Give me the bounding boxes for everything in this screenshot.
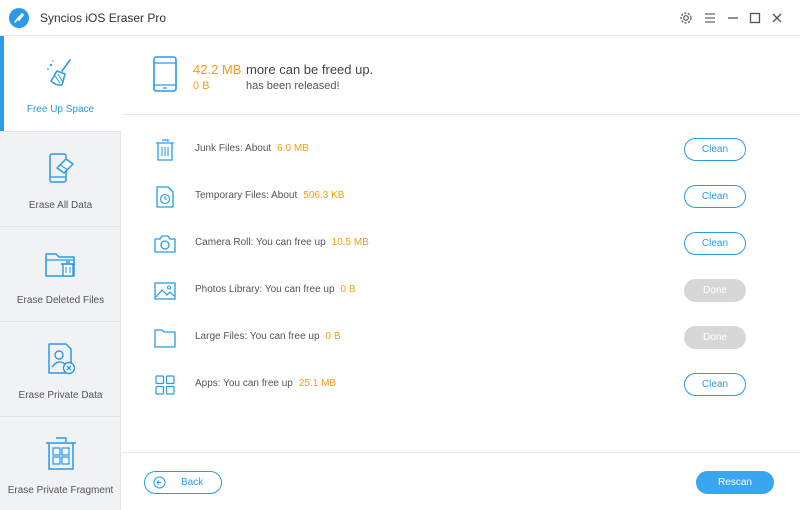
list-item-photos-library: Photos Library: You can free up 0 B Done bbox=[122, 267, 800, 314]
space-summary: 42.2 MB more can be freed up. 0 B has be… bbox=[122, 37, 800, 115]
sidebar-item-erase-private-data[interactable]: Erase Private Data bbox=[0, 322, 121, 417]
photo-icon bbox=[153, 279, 177, 303]
row-label: Large Files: You can free up 0 B bbox=[195, 331, 341, 342]
settings-icon[interactable] bbox=[678, 10, 694, 26]
minimize-icon[interactable] bbox=[725, 10, 741, 26]
done-button[interactable]: Done bbox=[684, 326, 746, 349]
row-value: 6.0 MB bbox=[277, 143, 309, 154]
sidebar-item-erase-deleted-files[interactable]: Erase Deleted Files bbox=[0, 227, 121, 322]
trash-icon bbox=[153, 138, 177, 162]
back-arrow-icon bbox=[153, 476, 166, 489]
list-item-large-files: Large Files: You can free up 0 B Done bbox=[122, 314, 800, 361]
sidebar-item-label: Erase Private Data bbox=[18, 390, 103, 401]
row-value: 506.3 KB bbox=[303, 190, 345, 201]
erase-phone-icon bbox=[42, 150, 80, 188]
apps-icon bbox=[153, 373, 177, 397]
list-item-apps: Apps: You can free up 25.1 MB Clean bbox=[122, 361, 800, 408]
row-value: 25.1 MB bbox=[298, 378, 337, 389]
row-label: Apps: You can free up 25.1 MB bbox=[195, 378, 337, 389]
freeable-text: more can be freed up. bbox=[246, 62, 374, 77]
sidebar: Free Up Space Erase All Data Erase Delet… bbox=[0, 36, 121, 510]
footer: Back Rescan bbox=[122, 452, 800, 510]
sidebar-item-label: Erase Private Fragment bbox=[7, 485, 114, 496]
sidebar-item-erase-all-data[interactable]: Erase All Data bbox=[0, 132, 121, 227]
close-icon[interactable] bbox=[769, 10, 785, 26]
app-logo-icon bbox=[9, 8, 29, 28]
back-button-label: Back bbox=[181, 477, 204, 488]
list-item-temporary-files: Temporary Files: About 506.3 KB Clean bbox=[122, 173, 800, 220]
broom-icon bbox=[42, 54, 80, 92]
sidebar-item-label: Erase All Data bbox=[28, 200, 93, 211]
row-value: 0 B bbox=[340, 284, 356, 295]
sidebar-item-label: Erase Deleted Files bbox=[16, 295, 105, 306]
folder-trash-icon bbox=[42, 245, 80, 283]
fragment-trash-icon bbox=[42, 435, 80, 473]
released-text: has been released! bbox=[246, 80, 340, 92]
clean-button[interactable]: Clean bbox=[684, 373, 746, 396]
camera-icon bbox=[153, 232, 177, 256]
row-value: 10.5 MB bbox=[331, 237, 369, 248]
phone-icon bbox=[151, 56, 179, 92]
freeable-size: 42.2 MB bbox=[193, 62, 242, 77]
back-button[interactable]: Back bbox=[144, 471, 222, 494]
file-icon bbox=[153, 326, 177, 350]
clean-button[interactable]: Clean bbox=[684, 185, 746, 208]
rescan-button[interactable]: Rescan bbox=[696, 471, 774, 494]
private-user-icon bbox=[42, 340, 80, 378]
temp-file-icon bbox=[153, 185, 177, 209]
list-item-junk-files: Junk Files: About 6.0 MB Clean bbox=[122, 126, 800, 173]
done-button[interactable]: Done bbox=[684, 279, 746, 302]
list-item-camera-roll: Camera Roll: You can free up 10.5 MB Clea… bbox=[122, 220, 800, 267]
title-bar: Syncios iOS Eraser Pro bbox=[0, 0, 800, 36]
clean-button[interactable]: Clean bbox=[684, 138, 746, 161]
row-value: 0 B bbox=[325, 331, 341, 342]
menu-icon[interactable] bbox=[702, 10, 718, 26]
sidebar-item-erase-private-fragment[interactable]: Erase Private Fragment bbox=[0, 417, 121, 510]
row-label: Temporary Files: About 506.3 KB bbox=[195, 190, 345, 201]
row-label: Camera Roll: You can free up 10.5 MB bbox=[195, 237, 369, 248]
row-label: Photos Library: You can free up 0 B bbox=[195, 284, 356, 295]
app-title: Syncios iOS Eraser Pro bbox=[40, 11, 167, 25]
released-size: 0 B bbox=[193, 80, 210, 92]
row-label: Junk Files: About 6.0 MB bbox=[195, 143, 309, 154]
clean-button[interactable]: Clean bbox=[684, 232, 746, 255]
sidebar-item-free-up-space[interactable]: Free Up Space bbox=[0, 36, 121, 131]
sidebar-item-label: Free Up Space bbox=[26, 104, 95, 115]
maximize-icon[interactable] bbox=[747, 10, 763, 26]
